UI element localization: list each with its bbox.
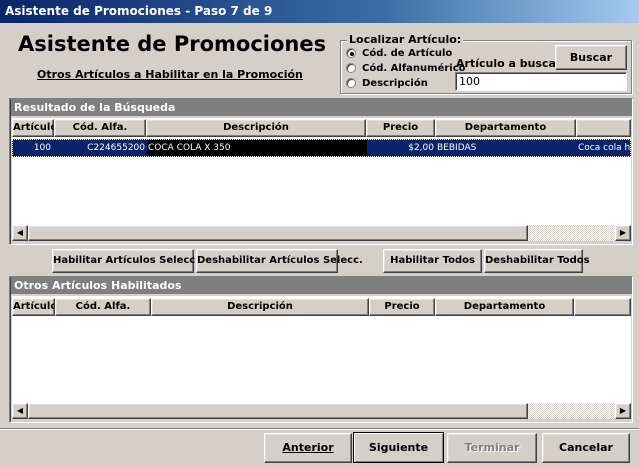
enabled-col-descripcion[interactable]: Descripción [151, 298, 369, 316]
scroll-right-icon[interactable]: ▶ [615, 225, 631, 241]
scroll-thumb[interactable] [28, 225, 528, 241]
enabled-col-articulo[interactable]: Artículo [12, 298, 55, 316]
bottom-divider [0, 428, 639, 430]
results-panel-title: Resultado de la Búsqueda [11, 99, 632, 116]
results-col-precio[interactable]: Precio [366, 119, 435, 137]
search-input[interactable]: 100 [455, 72, 627, 91]
results-col-departamento[interactable]: Departamento [435, 119, 576, 137]
scroll-thumb[interactable] [28, 403, 528, 419]
scroll-left-icon[interactable]: ◀ [12, 403, 28, 419]
radio-label-cod-alfanumerico[interactable]: Cód. Alfanumérico [362, 63, 466, 74]
results-col-extra[interactable] [576, 119, 631, 137]
radio-label-cod-articulo[interactable]: Cód. de Artículo [362, 48, 452, 59]
enabled-col-extra[interactable] [574, 298, 631, 316]
cell-extra: Coca cola he [578, 143, 630, 153]
table-row[interactable]: 100 C224655200 COCA COLA X 350 $2,00 BEB… [12, 139, 631, 157]
radio-descripcion[interactable] [346, 78, 358, 90]
enabled-col-departamento[interactable]: Departamento [435, 298, 574, 316]
radio-label-descripcion[interactable]: Descripción [362, 78, 428, 89]
siguiente-button[interactable]: Siguiente [353, 432, 444, 463]
cell-articulo: 100 [33, 143, 51, 153]
anterior-button[interactable]: Anterior [264, 433, 352, 463]
enabled-col-precio[interactable]: Precio [369, 298, 435, 316]
results-col-articulo[interactable]: Artículo [12, 119, 54, 137]
window-title-bar: Asistente de Promociones - Paso 7 de 9 [0, 0, 639, 23]
page-subtitle: Otros Artículos a Habilitar en la Promoc… [37, 68, 303, 81]
deshabilitar-seleccionados-button[interactable]: Deshabilitar Artículos Selecc. [196, 249, 363, 273]
cell-cod-alfa: C224655200 [87, 143, 145, 153]
siguiente-label: Siguiente [368, 441, 429, 454]
search-input-label: Artículo a buscar: [456, 57, 566, 70]
window-title: Asistente de Promociones - Paso 7 de 9 [5, 4, 273, 18]
scroll-left-icon[interactable]: ◀ [12, 225, 28, 241]
scroll-track[interactable] [528, 225, 615, 241]
enabled-hscroll[interactable]: ◀ ▶ [12, 403, 631, 419]
enabled-panel-title: Otros Artículos Habilitados [11, 277, 632, 294]
radio-cod-articulo[interactable] [346, 48, 358, 60]
search-group-label: Localizar Artículo: [347, 33, 464, 46]
deshabilitar-todos-button[interactable]: Deshabilitar Todos [484, 249, 590, 273]
cell-descripcion: COCA COLA X 350 [147, 140, 367, 156]
enabled-grid: Artículo Cód. Alfa. Descripción Precio D… [12, 296, 631, 403]
radio-cod-alfanumerico[interactable] [346, 63, 358, 75]
page-title: Asistente de Promociones [18, 32, 327, 56]
scroll-right-icon[interactable]: ▶ [615, 403, 631, 419]
cancelar-label: Cancelar [559, 441, 613, 454]
buscar-button[interactable]: Buscar [555, 45, 627, 70]
anterior-label: Anterior [282, 441, 334, 454]
terminar-label: Terminar [464, 441, 520, 454]
results-col-descripcion[interactable]: Descripción [146, 119, 366, 137]
results-hscroll[interactable]: ◀ ▶ [12, 225, 631, 241]
scroll-track[interactable] [528, 403, 615, 419]
results-col-cod-alfa[interactable]: Cód. Alfa. [54, 119, 146, 137]
enabled-col-cod-alfa[interactable]: Cód. Alfa. [55, 298, 151, 316]
terminar-button[interactable]: Terminar [447, 433, 537, 463]
cancelar-button[interactable]: Cancelar [542, 433, 630, 463]
habilitar-todos-button[interactable]: Habilitar Todos [383, 249, 482, 273]
cell-departamento: BEBIDAS [437, 143, 477, 153]
results-grid: Artículo Cód. Alfa. Descripción Precio D… [12, 118, 631, 225]
habilitar-seleccionados-button[interactable]: Habilitar Artículos Selecc. [52, 249, 199, 273]
cell-precio: $2,00 [408, 143, 434, 153]
